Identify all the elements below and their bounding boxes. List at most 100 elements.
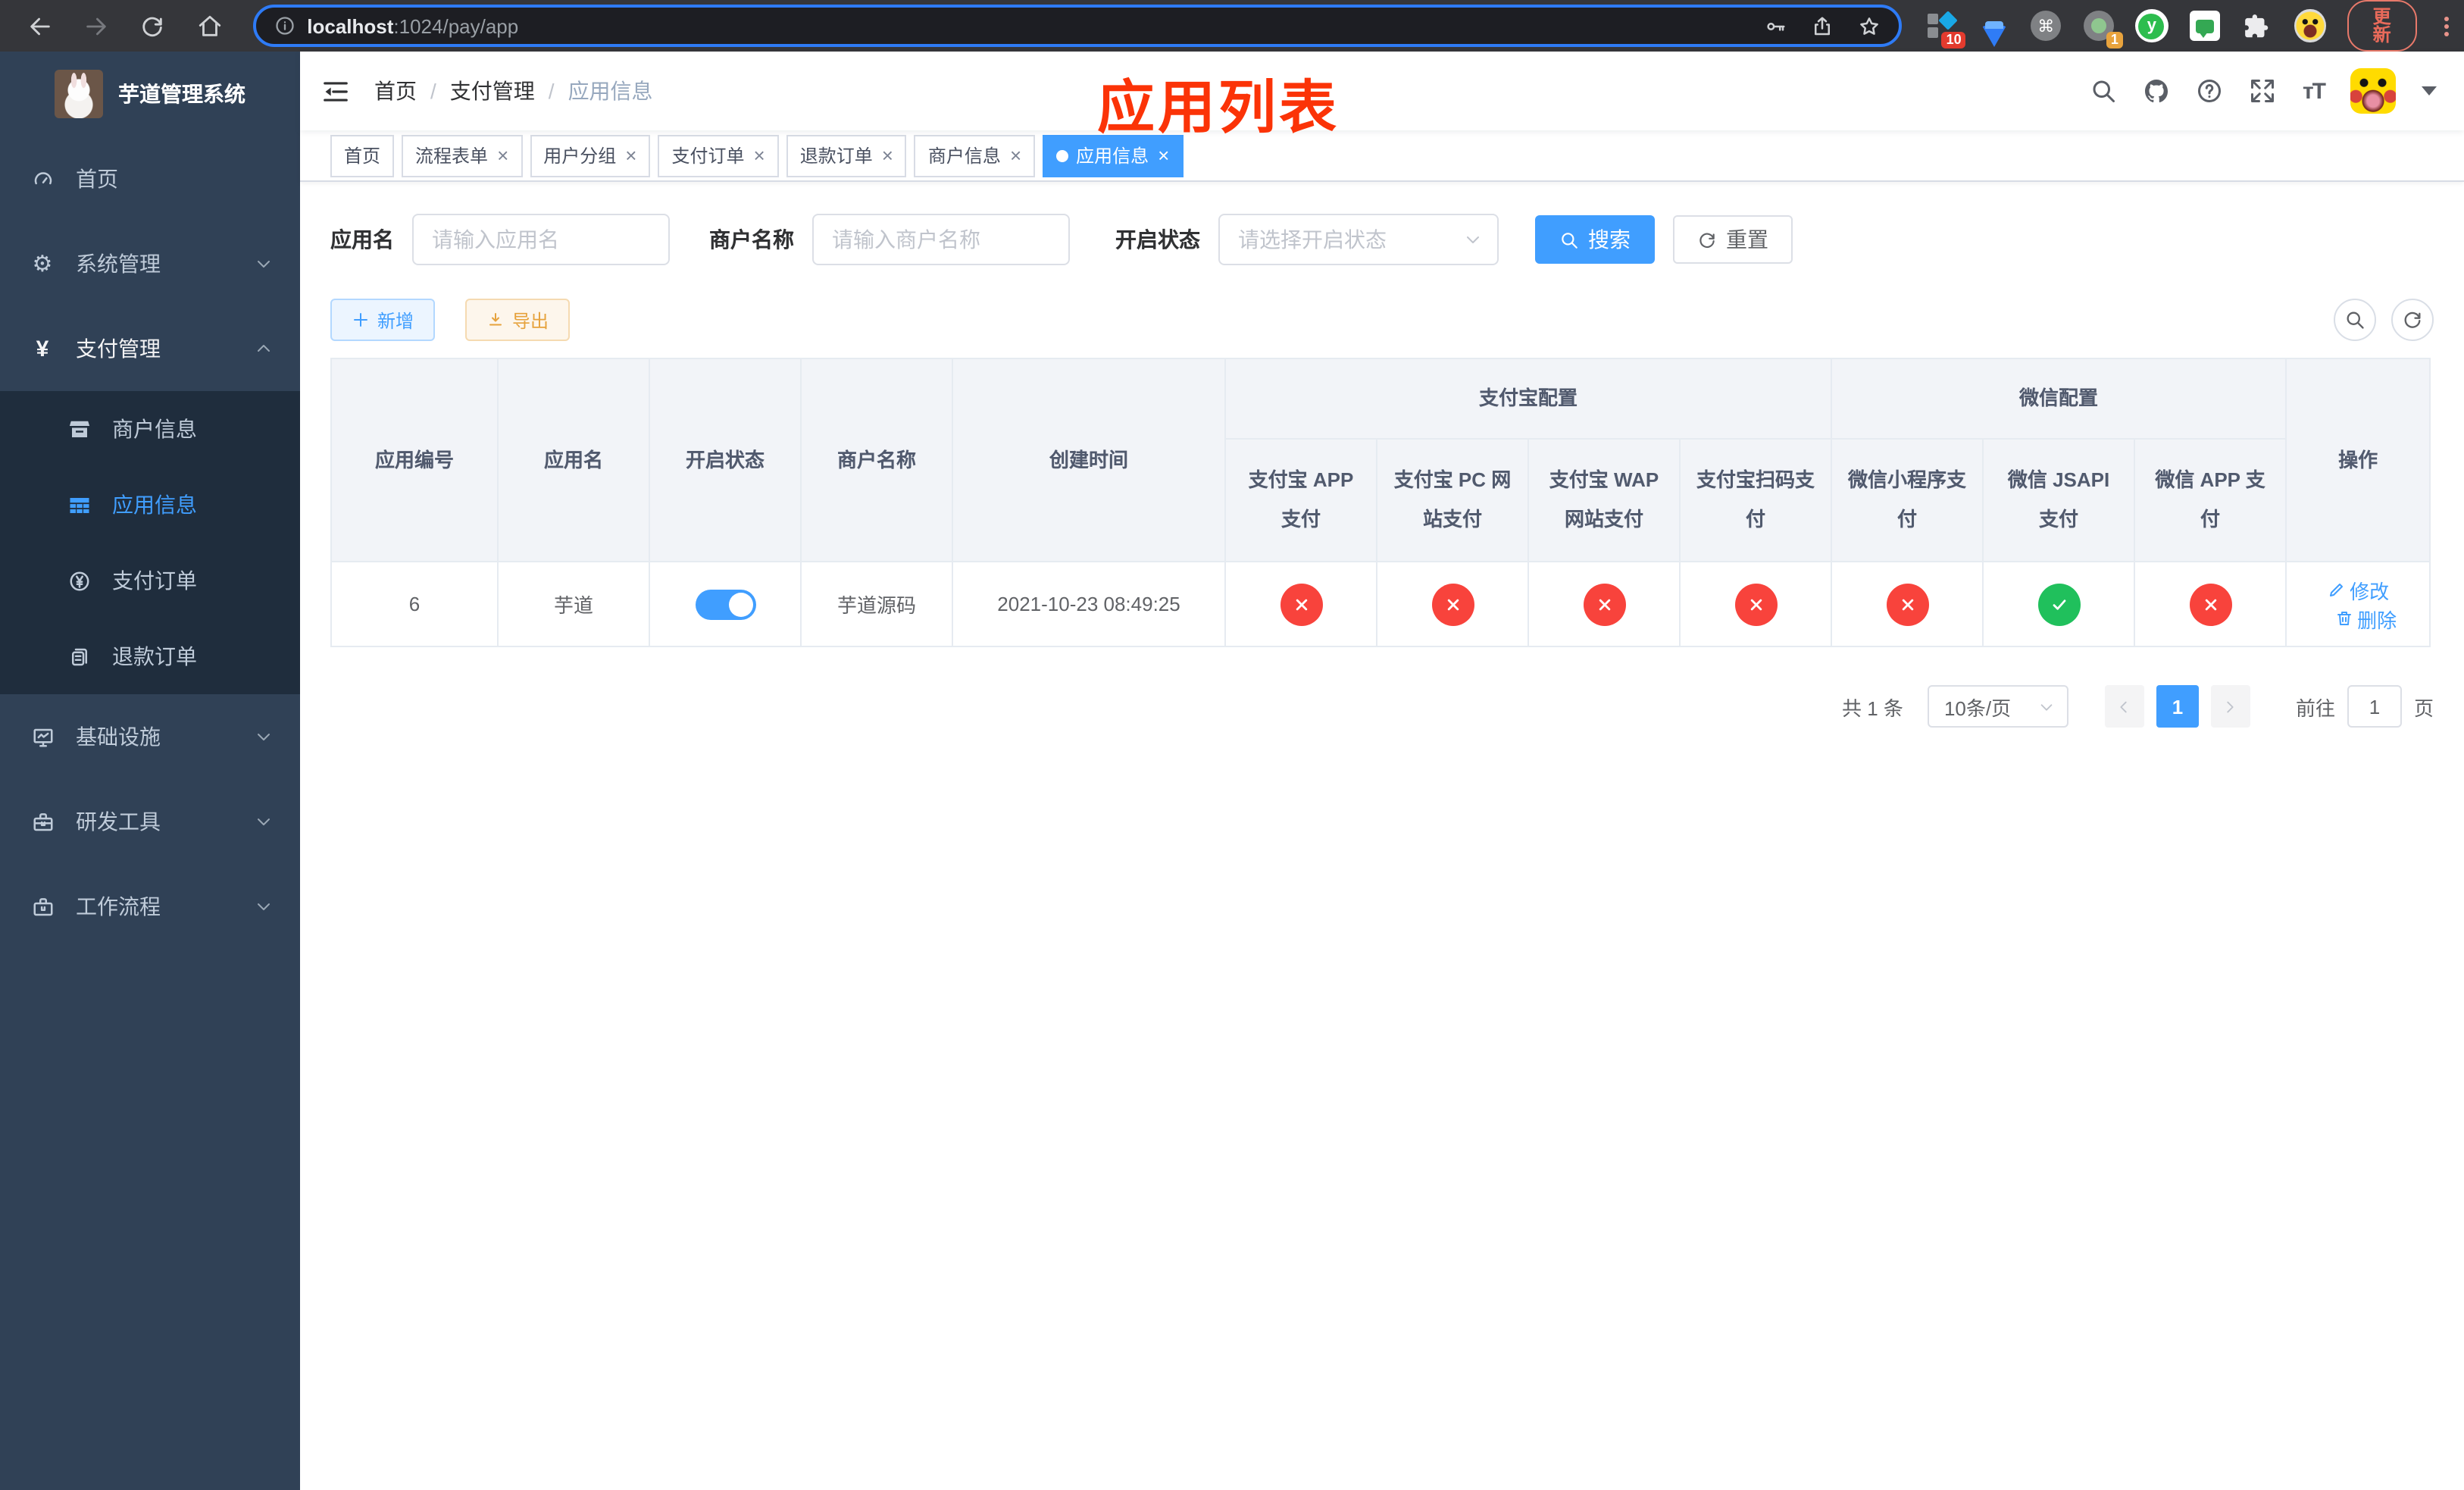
tab-home[interactable]: 首页 [330,134,395,177]
tab-user-group[interactable]: 用户分组 × [530,134,651,177]
close-icon[interactable]: × [497,146,508,165]
enabled-switch[interactable] [695,589,755,619]
url-bar[interactable]: localhost:1024/pay/app [252,5,1902,47]
add-button[interactable]: 新增 [330,299,436,341]
chevron-down-icon [255,812,273,831]
col-group-alipay: 支付宝配置 [1224,358,1833,440]
browser-toolbar: localhost:1024/pay/app 10 ⌘ 1 y 更新 [0,0,2464,52]
sidebar-item-dev-tools[interactable]: 研发工具 [0,779,300,864]
reset-button[interactable]: 重置 [1673,215,1793,264]
sidebar-item-pay-order[interactable]: 支付订单 [0,543,300,618]
document-icon [67,644,91,668]
page-1-button[interactable]: 1 [2156,685,2199,728]
extension-recorder-icon[interactable]: 1 [2083,9,2123,49]
refresh-icon [1699,232,1715,248]
close-icon[interactable]: × [1010,146,1021,165]
next-page-button[interactable] [2210,685,2250,728]
sidebar-item-merchant-info[interactable]: 商户信息 [0,391,300,467]
tab-pay-order[interactable]: 支付订单 × [658,134,779,177]
navbar-actions: ᴛT [2090,68,2464,114]
tab-refund-order[interactable]: 退款订单 × [786,134,907,177]
sidebar-item-system[interactable]: ⚙ 系统管理 [0,221,300,306]
extension-badge: 1 [2106,32,2123,49]
search-button[interactable]: 搜索 [1535,215,1655,264]
fullscreen-icon[interactable] [2250,77,2277,105]
browser-profile-avatar[interactable] [2294,9,2326,42]
browser-forward-button[interactable] [77,6,115,45]
browser-menu-icon[interactable] [2441,13,2452,39]
github-icon[interactable] [2143,77,2171,105]
pagination-total: 共 1 条 [1842,696,1903,719]
browser-back-button[interactable] [21,6,59,45]
col-alipay-app: 支付宝 APP 支付 [1224,438,1377,562]
extension-chat-icon[interactable] [2190,9,2221,42]
search-form: 应用名 商户名称 开启状态 请选择开启状态 搜索 [330,214,2434,265]
yen-icon: ¥ [36,336,49,362]
font-size-icon[interactable]: ᴛT [2303,78,2326,104]
search-icon [2347,311,2364,329]
extension-y-icon[interactable]: y [2134,9,2169,42]
refresh-table-button[interactable] [2391,299,2434,341]
trash-icon [2337,612,2351,625]
toggle-search-button[interactable] [2334,299,2376,341]
close-icon[interactable]: × [1158,146,1169,165]
col-alipay-wap: 支付宝 WAP 网站支付 [1527,438,1681,562]
sidebar-toggle-button[interactable] [321,77,350,105]
col-alipay-pc: 支付宝 PC 网站支付 [1376,438,1529,562]
sidebar-item-app-info[interactable]: 应用信息 [0,467,300,543]
alipay-pc-pay-status [1431,583,1474,625]
logo-image [55,70,103,118]
delete-button[interactable]: 删除 [2334,604,2397,633]
tab-process-form[interactable]: 流程表单 × [402,134,523,177]
close-icon[interactable]: × [882,146,893,165]
page-size-select[interactable]: 10条/页 [1927,685,2068,728]
update-button[interactable]: 更新 [2347,0,2418,52]
alipay-qr-pay-status [1734,583,1777,625]
extensions-puzzle-icon[interactable] [2242,9,2273,42]
col-wechat-mini: 微信小程序支付 [1831,438,1984,562]
export-button[interactable]: 导出 [465,299,571,341]
password-key-icon[interactable] [1764,14,1787,37]
search-icon [1562,232,1578,248]
help-icon[interactable] [2197,77,2224,105]
merchant-name-input[interactable] [812,214,1070,265]
col-app-id: 应用编号 [330,358,499,562]
wechat-jsapi-pay-status [2037,583,2081,625]
close-icon[interactable]: × [625,146,636,165]
site-info-icon[interactable] [274,15,295,36]
cell-merchant: 芋道源码 [800,561,953,647]
sidebar-item-refund-order[interactable]: 退款订单 [0,618,300,694]
sidebar-submenu-payment: 商户信息 应用信息 支付订单 退款订单 [0,391,300,694]
avatar-caret-icon[interactable] [2422,86,2437,95]
breadcrumb-separator: / [548,79,555,103]
prev-page-button[interactable] [2104,685,2144,728]
sidebar-item-home[interactable]: 首页 [0,136,300,221]
app-name-input[interactable] [412,214,670,265]
active-dot [1056,149,1069,161]
merchant-name-label: 商户名称 [709,227,794,252]
extension-gem-icon[interactable] [1978,9,2009,47]
chevron-up-icon [255,340,273,358]
sidebar-item-infrastructure[interactable]: 基础设施 [0,694,300,779]
pencil-icon [2329,584,2343,596]
close-icon[interactable]: × [754,146,765,165]
extension-command-icon[interactable]: ⌘ [2031,9,2062,42]
dashboard-icon [30,167,55,191]
cell-enabled [649,561,802,647]
extensions-area: 10 ⌘ 1 y 更新 [1926,0,2453,52]
app-title: 芋道管理系统 [118,82,245,106]
extension-grid-icon[interactable]: 10 [1926,9,1966,49]
search-icon[interactable] [2090,77,2118,105]
sidebar-item-payment[interactable]: ¥ 支付管理 [0,306,300,391]
tab-merchant-info[interactable]: 商户信息 × [914,134,1036,177]
status-select[interactable]: 请选择开启状态 [1218,214,1499,265]
edit-button[interactable]: 修改 [2327,575,2389,604]
bookmark-star-icon[interactable] [1858,14,1881,37]
user-avatar[interactable] [2350,68,2396,114]
goto-page-input[interactable] [2347,685,2402,728]
breadcrumb-home[interactable]: 首页 [374,76,417,106]
browser-home-button[interactable] [190,6,228,45]
browser-reload-button[interactable] [134,6,172,45]
sidebar-item-workflow[interactable]: 工作流程 [0,864,300,949]
share-icon[interactable] [1811,14,1834,37]
